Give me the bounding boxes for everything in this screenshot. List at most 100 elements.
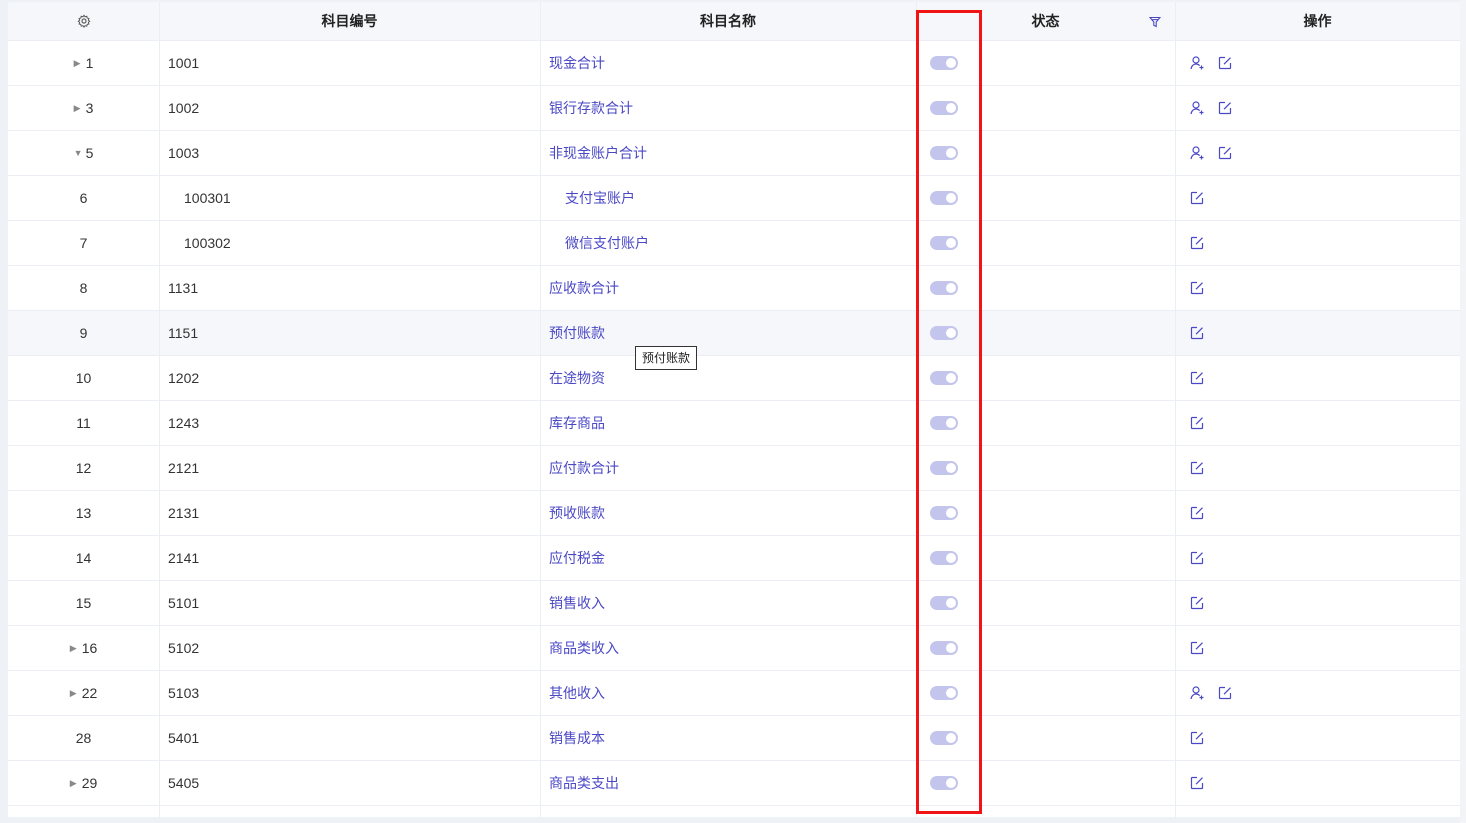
- status-toggle[interactable]: [930, 56, 958, 70]
- account-name[interactable]: 预收账款: [549, 503, 605, 523]
- caret-right-icon[interactable]: ▶: [70, 643, 78, 654]
- table-row[interactable]: 28 5401 销售成本: [8, 716, 1460, 761]
- edit-icon[interactable]: [1189, 640, 1205, 656]
- status-toggle[interactable]: [930, 461, 958, 475]
- caret-down-icon[interactable]: ▼: [74, 148, 83, 158]
- table-row[interactable]: 8 1131 应收款合计: [8, 266, 1460, 311]
- account-name[interactable]: 其他收入: [549, 683, 605, 703]
- edit-icon[interactable]: [1189, 235, 1205, 251]
- toggle-knob: [946, 688, 956, 698]
- status-toggle[interactable]: [930, 641, 958, 655]
- edit-icon[interactable]: [1217, 685, 1233, 701]
- account-name[interactable]: 现金合计: [549, 53, 605, 73]
- table-row[interactable]: ▶ 29 5405 商品类支出: [8, 761, 1460, 806]
- row-index: 29: [81, 775, 98, 791]
- table-row[interactable]: 15 5101 销售收入: [8, 581, 1460, 626]
- assign-user-icon[interactable]: [1189, 145, 1205, 161]
- row-actions: [1189, 145, 1245, 161]
- edit-icon[interactable]: [1189, 190, 1205, 206]
- row-index: 10: [75, 370, 92, 386]
- edit-icon[interactable]: [1189, 370, 1205, 386]
- account-name[interactable]: 应付款合计: [549, 458, 619, 478]
- table-row[interactable]: ▶ 22 5103 其他收入: [8, 671, 1460, 716]
- edit-icon[interactable]: [1189, 775, 1205, 791]
- vertical-scrollbar[interactable]: [1460, 0, 1466, 823]
- account-name[interactable]: 应付税金: [549, 548, 605, 568]
- edit-icon[interactable]: [1189, 280, 1205, 296]
- assign-user-icon[interactable]: [1189, 55, 1205, 71]
- edit-icon[interactable]: [1189, 460, 1205, 476]
- edit-icon[interactable]: [1189, 505, 1205, 521]
- row-index-cell: 10: [8, 356, 159, 400]
- status-toggle[interactable]: [930, 281, 958, 295]
- status-toggle[interactable]: [930, 146, 958, 160]
- operations-cell: [1175, 176, 1460, 220]
- caret-right-icon[interactable]: ▶: [74, 58, 82, 69]
- column-settings-cell[interactable]: [8, 2, 159, 40]
- gear-icon[interactable]: [77, 14, 91, 28]
- account-name[interactable]: 库存商品: [549, 413, 605, 433]
- status-toggle[interactable]: [930, 686, 958, 700]
- edit-icon[interactable]: [1189, 595, 1205, 611]
- edit-icon[interactable]: [1217, 100, 1233, 116]
- table-row[interactable]: 6 100301 支付宝账户: [8, 176, 1460, 221]
- account-name-cell: 银行存款合计: [540, 86, 916, 130]
- status-toggle[interactable]: [930, 236, 958, 250]
- account-name[interactable]: 销售成本: [549, 728, 605, 748]
- status-toggle[interactable]: [930, 776, 958, 790]
- table-row[interactable]: 14 2141 应付税金: [8, 536, 1460, 581]
- account-name[interactable]: 银行存款合计: [549, 98, 633, 118]
- table-row[interactable]: 9 1151 预付账款: [8, 311, 1460, 356]
- caret-right-icon[interactable]: ▶: [70, 778, 78, 789]
- status-toggle[interactable]: [930, 551, 958, 565]
- table-row[interactable]: 7 100302 微信支付账户: [8, 221, 1460, 266]
- account-name[interactable]: 在途物资: [549, 368, 605, 388]
- row-index: 16: [81, 640, 98, 656]
- row-index: 5: [85, 145, 94, 161]
- table-row[interactable]: 13 2131 预收账款: [8, 491, 1460, 536]
- edit-icon[interactable]: [1217, 145, 1233, 161]
- table-row[interactable]: ▶ 16 5102 商品类收入: [8, 626, 1460, 671]
- status-toggle[interactable]: [930, 191, 958, 205]
- account-code-cell: 1202: [159, 356, 540, 400]
- account-name[interactable]: 商品类收入: [549, 638, 619, 658]
- table-row[interactable]: ▼ 5 1003 非现金账户合计: [8, 131, 1460, 176]
- table-row[interactable]: ▶ 3 1002 银行存款合计: [8, 86, 1460, 131]
- edit-icon[interactable]: [1217, 55, 1233, 71]
- table-row[interactable]: 11 1243 库存商品: [8, 401, 1460, 446]
- assign-user-icon[interactable]: [1189, 100, 1205, 116]
- status-toggle[interactable]: [930, 371, 958, 385]
- account-code: 5405: [168, 775, 200, 791]
- row-actions: [1189, 235, 1217, 251]
- filter-icon[interactable]: [1149, 16, 1161, 28]
- table-row[interactable]: 12 2121 应付款合计: [8, 446, 1460, 491]
- status-toggle[interactable]: [930, 101, 958, 115]
- account-code-cell: 2131: [159, 491, 540, 535]
- edit-icon[interactable]: [1189, 730, 1205, 746]
- caret-right-icon[interactable]: ▶: [74, 103, 82, 114]
- account-name[interactable]: 预付账款: [549, 323, 605, 343]
- table-row[interactable]: 10 1202 在途物资: [8, 356, 1460, 401]
- account-code-cell: 1151: [159, 311, 540, 355]
- status-toggle[interactable]: [930, 416, 958, 430]
- table-row[interactable]: ▶ 1 1001 现金合计: [8, 41, 1460, 86]
- account-name[interactable]: 非现金账户合计: [549, 143, 647, 163]
- account-name[interactable]: 微信支付账户: [549, 233, 649, 253]
- account-code: 100302: [184, 235, 231, 251]
- edit-icon[interactable]: [1189, 550, 1205, 566]
- edit-icon[interactable]: [1189, 415, 1205, 431]
- caret-right-icon[interactable]: ▶: [70, 688, 78, 699]
- edit-icon[interactable]: [1189, 325, 1205, 341]
- accounts-table: 科目编号 科目名称 状态 操作 ▶ 1 1001 现金合计 ▶ 3 1002 银行存款合计 ▼ 5…: [8, 2, 1460, 817]
- account-name[interactable]: 应收款合计: [549, 278, 619, 298]
- account-name[interactable]: 销售收入: [549, 593, 605, 613]
- status-toggle[interactable]: [930, 731, 958, 745]
- toggle-knob: [946, 463, 956, 473]
- status-toggle[interactable]: [930, 596, 958, 610]
- column-divider: [540, 2, 541, 817]
- status-toggle[interactable]: [930, 506, 958, 520]
- status-toggle[interactable]: [930, 326, 958, 340]
- account-name[interactable]: 商品类支出: [549, 773, 619, 793]
- assign-user-icon[interactable]: [1189, 685, 1205, 701]
- account-name[interactable]: 支付宝账户: [549, 188, 635, 208]
